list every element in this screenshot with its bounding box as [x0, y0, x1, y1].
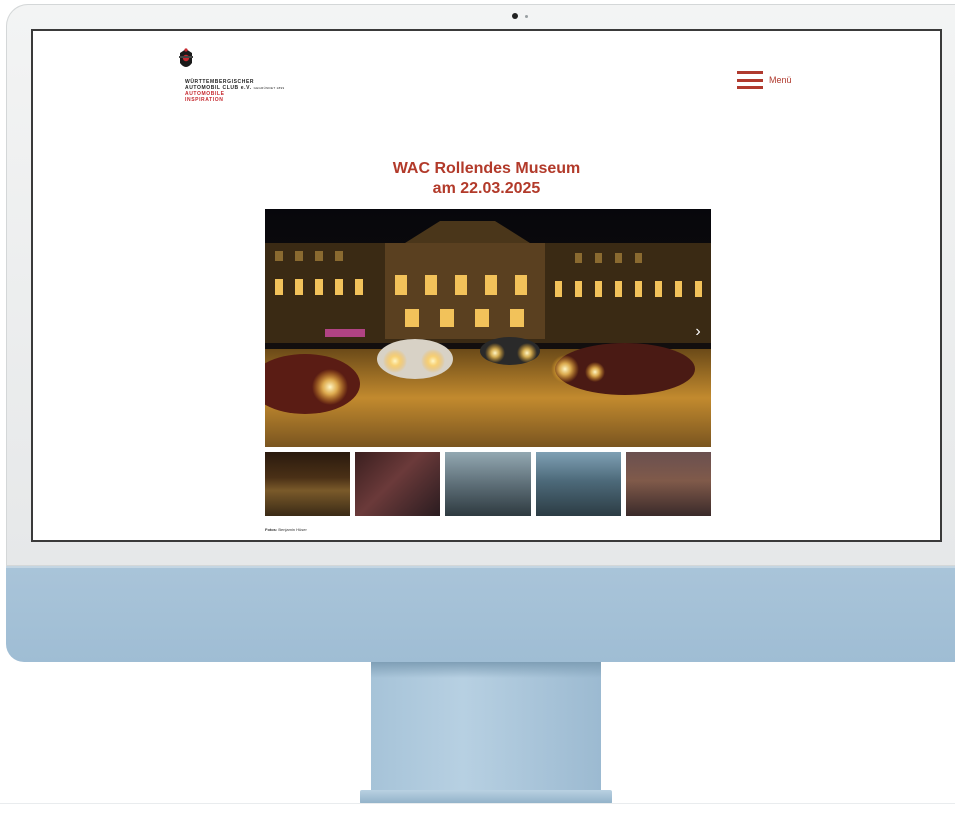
camera-led [525, 15, 528, 18]
monitor-chin [6, 566, 955, 662]
monitor-screen: WÜRTTEMBERGISCHER AUTOMOBIL CLUB e.V. GE… [31, 29, 942, 542]
chevron-right-icon[interactable]: › [691, 323, 705, 341]
gallery-thumbnail[interactable] [355, 452, 441, 516]
page-title-line-1: WAC Rollendes Museum [392, 160, 581, 177]
gallery-thumbnail[interactable] [625, 452, 711, 516]
photo-credit: Fotos: Benjamin Hüser [265, 527, 307, 532]
photo-credit-name: Benjamin Hüser [278, 527, 307, 532]
monitor-foot [360, 790, 612, 804]
gallery-thumbnail[interactable] [265, 452, 351, 516]
photo-credit-label: Fotos: [265, 527, 278, 532]
stand-shadow [371, 662, 601, 678]
gallery-thumbnail[interactable] [535, 452, 621, 516]
crest-icon [179, 48, 193, 67]
desktop-mockup: WÜRTTEMBERGISCHER AUTOMOBIL CLUB e.V. GE… [0, 0, 955, 814]
menu-label: Menü [769, 75, 792, 85]
gallery-main-image[interactable] [265, 209, 711, 447]
chin-edge [6, 566, 955, 568]
menu-button[interactable]: Menü [737, 69, 792, 91]
page-title-line-2: am 22.03.2025 [432, 180, 541, 197]
monitor-stand [371, 662, 601, 792]
logo-line-4: INSPIRATION [185, 97, 224, 103]
logo-line-2-small: GEGRÜNDET 1899 [253, 86, 285, 90]
site-logo[interactable]: WÜRTTEMBERGISCHER AUTOMOBIL CLUB e.V. GE… [171, 45, 371, 115]
hamburger-icon [737, 71, 763, 89]
gallery-thumbnails [265, 452, 711, 516]
camera-icon [512, 13, 518, 19]
floor-line [0, 803, 955, 804]
page-title: WAC Rollendes Museum am 22.03.2025 [33, 159, 940, 199]
gallery-thumbnail[interactable] [445, 452, 531, 516]
